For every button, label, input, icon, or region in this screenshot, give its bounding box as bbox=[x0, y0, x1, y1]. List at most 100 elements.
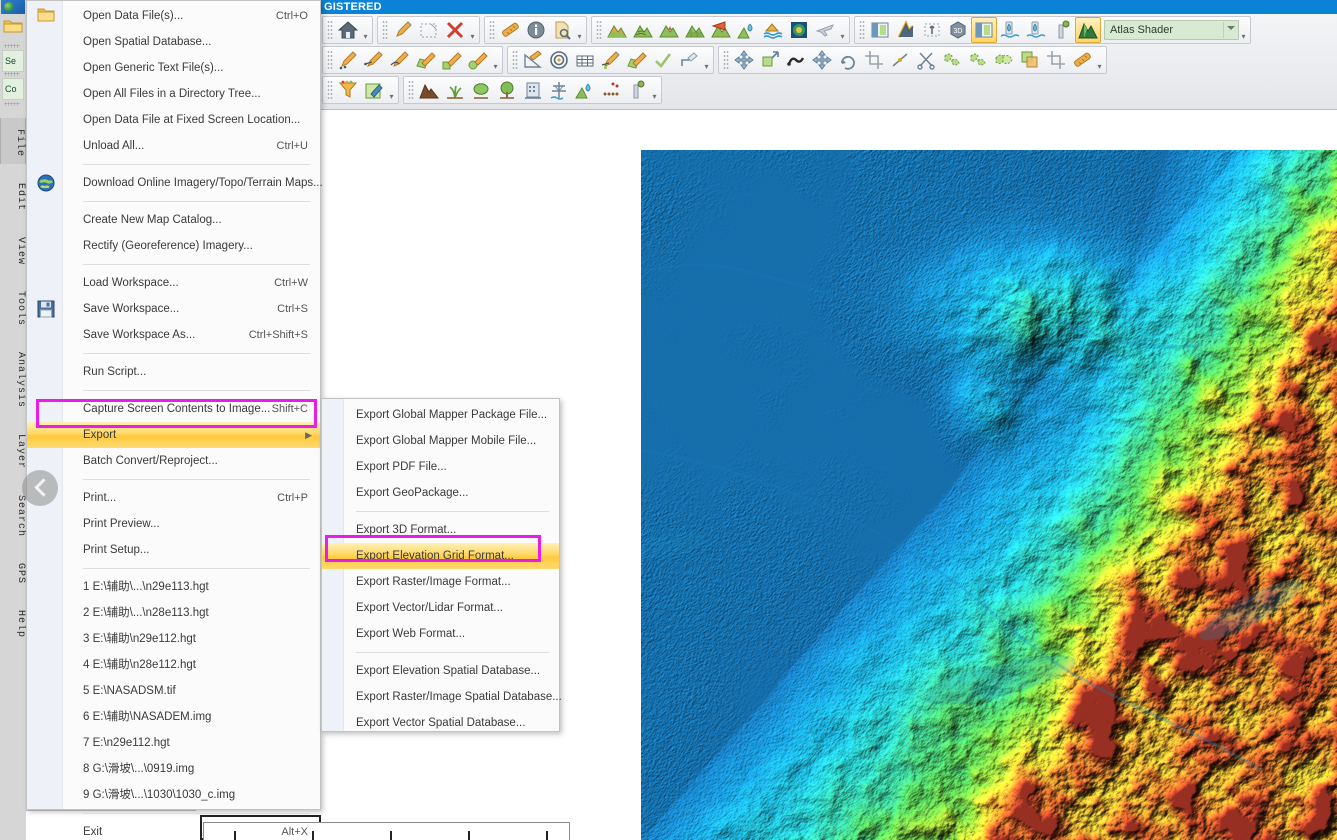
sidebar-menu-tools[interactable]: Tools bbox=[0, 280, 26, 333]
delete-red-x-icon[interactable] bbox=[442, 17, 468, 43]
move-features-icon[interactable] bbox=[731, 47, 757, 73]
sidebar-menu-edit[interactable]: Edit bbox=[0, 172, 26, 218]
toolbar-overflow-button[interactable]: ▾ bbox=[575, 18, 584, 42]
overlap-areas-icon[interactable] bbox=[1017, 47, 1043, 73]
digitize-rect-icon[interactable] bbox=[439, 47, 465, 73]
toolbar-grip-3[interactable] bbox=[4, 102, 20, 106]
split-line-icon[interactable] bbox=[887, 47, 913, 73]
contour-icon[interactable] bbox=[630, 17, 656, 43]
toolbar-grip[interactable] bbox=[327, 20, 333, 40]
file-menu-item-6-e-nasadem-img[interactable]: 6 E:\辅助\NASADEM.img bbox=[27, 704, 320, 730]
file-menu-item-5-e-nasadsm-tif[interactable]: 5 E:\NASADSM.tif bbox=[27, 678, 320, 704]
copy-move-icon[interactable] bbox=[757, 47, 783, 73]
building-icon[interactable] bbox=[520, 77, 546, 103]
home-icon[interactable] bbox=[335, 17, 361, 43]
digitize-circle-icon[interactable] bbox=[465, 47, 491, 73]
rotate-icon[interactable] bbox=[835, 47, 861, 73]
export-menu-item-export-vector-spatial-database[interactable]: Export Vector Spatial Database... bbox=[322, 710, 559, 736]
filter-icon[interactable] bbox=[335, 77, 361, 103]
combine-areas-icon[interactable] bbox=[965, 47, 991, 73]
chevron-down-icon[interactable] bbox=[1227, 26, 1235, 30]
file-menu-item-capture-screen-contents-to-image[interactable]: Capture Screen Contents to Image... Shift… bbox=[27, 396, 320, 422]
survey-point-icon[interactable] bbox=[624, 77, 650, 103]
sidebar-menu-file[interactable]: File bbox=[0, 118, 26, 164]
split-area-icon[interactable] bbox=[939, 47, 965, 73]
export-menu-item-export-web-format[interactable]: Export Web Format... bbox=[322, 621, 559, 647]
file-menu-item-open-generic-text-file-s[interactable]: Open Generic Text File(s)... bbox=[27, 55, 320, 81]
scissors-icon[interactable] bbox=[913, 47, 939, 73]
file-menu-item-9-g-1030-1030-c-img[interactable]: 9 G:\滑坡\...\1030\1030_c.img bbox=[27, 782, 320, 808]
export-menu-item-export-elevation-spatial-database[interactable]: Export Elevation Spatial Database... bbox=[322, 658, 559, 684]
terrain-grid-icon[interactable] bbox=[682, 17, 708, 43]
crop-icon[interactable] bbox=[1043, 47, 1069, 73]
file-menu-item-open-data-file-at-fixed-screen-location[interactable]: Open Data File at Fixed Screen Location.… bbox=[27, 107, 320, 133]
folder-icon[interactable] bbox=[3, 18, 23, 34]
view-shed-icon[interactable] bbox=[708, 17, 734, 43]
path-tool-icon[interactable] bbox=[676, 47, 702, 73]
power-line-icon[interactable] bbox=[546, 77, 572, 103]
search-document-icon[interactable] bbox=[549, 17, 575, 43]
area-edit-icon[interactable] bbox=[624, 47, 650, 73]
sidebar-menu-gps[interactable]: GPS bbox=[0, 552, 26, 591]
sidebar-tab-search[interactable]: Se bbox=[2, 50, 24, 72]
measure-pill-icon[interactable] bbox=[1069, 47, 1095, 73]
terrain-map-frame[interactable] bbox=[641, 150, 1337, 840]
toolbar-grip[interactable] bbox=[512, 50, 518, 70]
file-menu-item-exit[interactable]: Exit Alt+X bbox=[27, 819, 320, 840]
target-icon[interactable] bbox=[546, 47, 572, 73]
toolbar-grip[interactable] bbox=[489, 20, 495, 40]
file-menu-item-batch-convert-reproject[interactable]: Batch Convert/Reproject... bbox=[27, 448, 320, 474]
file-menu-item-download-online-imagery-topo-terrain-map[interactable]: Download Online Imagery/Topo/Terrain Map… bbox=[27, 170, 323, 196]
file-menu-item-print[interactable]: Print... Ctrl+P bbox=[27, 485, 320, 511]
toolbar-grip[interactable] bbox=[596, 20, 602, 40]
survey-marker-icon[interactable] bbox=[1049, 17, 1075, 43]
tree-icon[interactable] bbox=[494, 77, 520, 103]
export-menu-item-export-geopackage[interactable]: Export GeoPackage... bbox=[322, 480, 559, 506]
toolbar-grip[interactable] bbox=[327, 80, 333, 100]
toolbar-overflow-button[interactable]: ▾ bbox=[387, 78, 396, 102]
toolbar-grip[interactable] bbox=[327, 50, 333, 70]
flight-path-icon[interactable] bbox=[812, 17, 838, 43]
shader-mountain-icon[interactable] bbox=[1075, 17, 1101, 43]
file-menu-item-open-spatial-database[interactable]: Open Spatial Database... bbox=[27, 29, 320, 55]
toolbar-grip-2[interactable] bbox=[4, 72, 20, 76]
toolbar-overflow-button[interactable]: ▾ bbox=[702, 48, 711, 72]
toolbar-overflow-button[interactable]: ▾ bbox=[361, 18, 370, 42]
digitize-points-icon[interactable] bbox=[335, 47, 361, 73]
merge-areas-icon[interactable] bbox=[991, 47, 1017, 73]
shrub-icon[interactable] bbox=[468, 77, 494, 103]
file-menu-item-unload-all[interactable]: Unload All... Ctrl+U bbox=[27, 133, 320, 159]
layer-panel-icon[interactable] bbox=[867, 17, 893, 43]
water-rise-icon[interactable] bbox=[1023, 17, 1049, 43]
file-menu-item-3-e-n29e112-hgt[interactable]: 3 E:\辅助\n29e112.hgt bbox=[27, 626, 320, 652]
back-navigation-button[interactable] bbox=[22, 470, 58, 506]
water-drop-icon[interactable] bbox=[572, 77, 598, 103]
points-icon[interactable] bbox=[598, 77, 624, 103]
feature-info-icon[interactable] bbox=[523, 17, 549, 43]
measure-angle-icon[interactable] bbox=[520, 47, 546, 73]
file-menu-item-save-workspace[interactable]: Save Workspace... Ctrl+S bbox=[27, 296, 320, 322]
digitize-curve-icon[interactable] bbox=[387, 47, 413, 73]
color-picker-icon[interactable] bbox=[361, 77, 387, 103]
view-3d-icon[interactable]: 3D bbox=[945, 17, 971, 43]
file-menu-item-open-all-files-in-a-directory-tree[interactable]: Open All Files in a Directory Tree... bbox=[27, 81, 320, 107]
file-menu-item-print-preview[interactable]: Print Preview... bbox=[27, 511, 320, 537]
file-menu-item-8-g-0919-img[interactable]: 8 G:\滑坡\...\0919.img bbox=[27, 756, 320, 782]
toolbar-grip[interactable] bbox=[723, 50, 729, 70]
toolbar-overflow-button[interactable]: ▾ bbox=[491, 48, 500, 72]
watershed-icon[interactable] bbox=[734, 17, 760, 43]
terrain-map-canvas[interactable] bbox=[641, 150, 1337, 840]
file-menu[interactable]: Open Data File(s)... Ctrl+O Open Spatial D… bbox=[26, 0, 323, 838]
export-menu-item-export-raster-image-spatial-database[interactable]: Export Raster/Image Spatial Database... bbox=[322, 684, 562, 710]
cross-section-icon[interactable] bbox=[919, 17, 945, 43]
toolbar-grip[interactable] bbox=[859, 20, 865, 40]
sidebar-menu-layer[interactable]: Layer bbox=[0, 423, 26, 476]
export-menu-item-export-vector-lidar-format[interactable]: Export Vector/Lidar Format... bbox=[322, 595, 559, 621]
water-level-icon[interactable] bbox=[760, 17, 786, 43]
compare-split-icon[interactable] bbox=[971, 17, 997, 43]
sidebar-menu-help[interactable]: Help bbox=[0, 599, 26, 645]
toolbar-overflow-button[interactable]: ▾ bbox=[468, 18, 477, 42]
digitize-line-icon[interactable] bbox=[361, 47, 387, 73]
move-all-icon[interactable] bbox=[809, 47, 835, 73]
sidebar-menu-view[interactable]: View bbox=[0, 226, 26, 272]
